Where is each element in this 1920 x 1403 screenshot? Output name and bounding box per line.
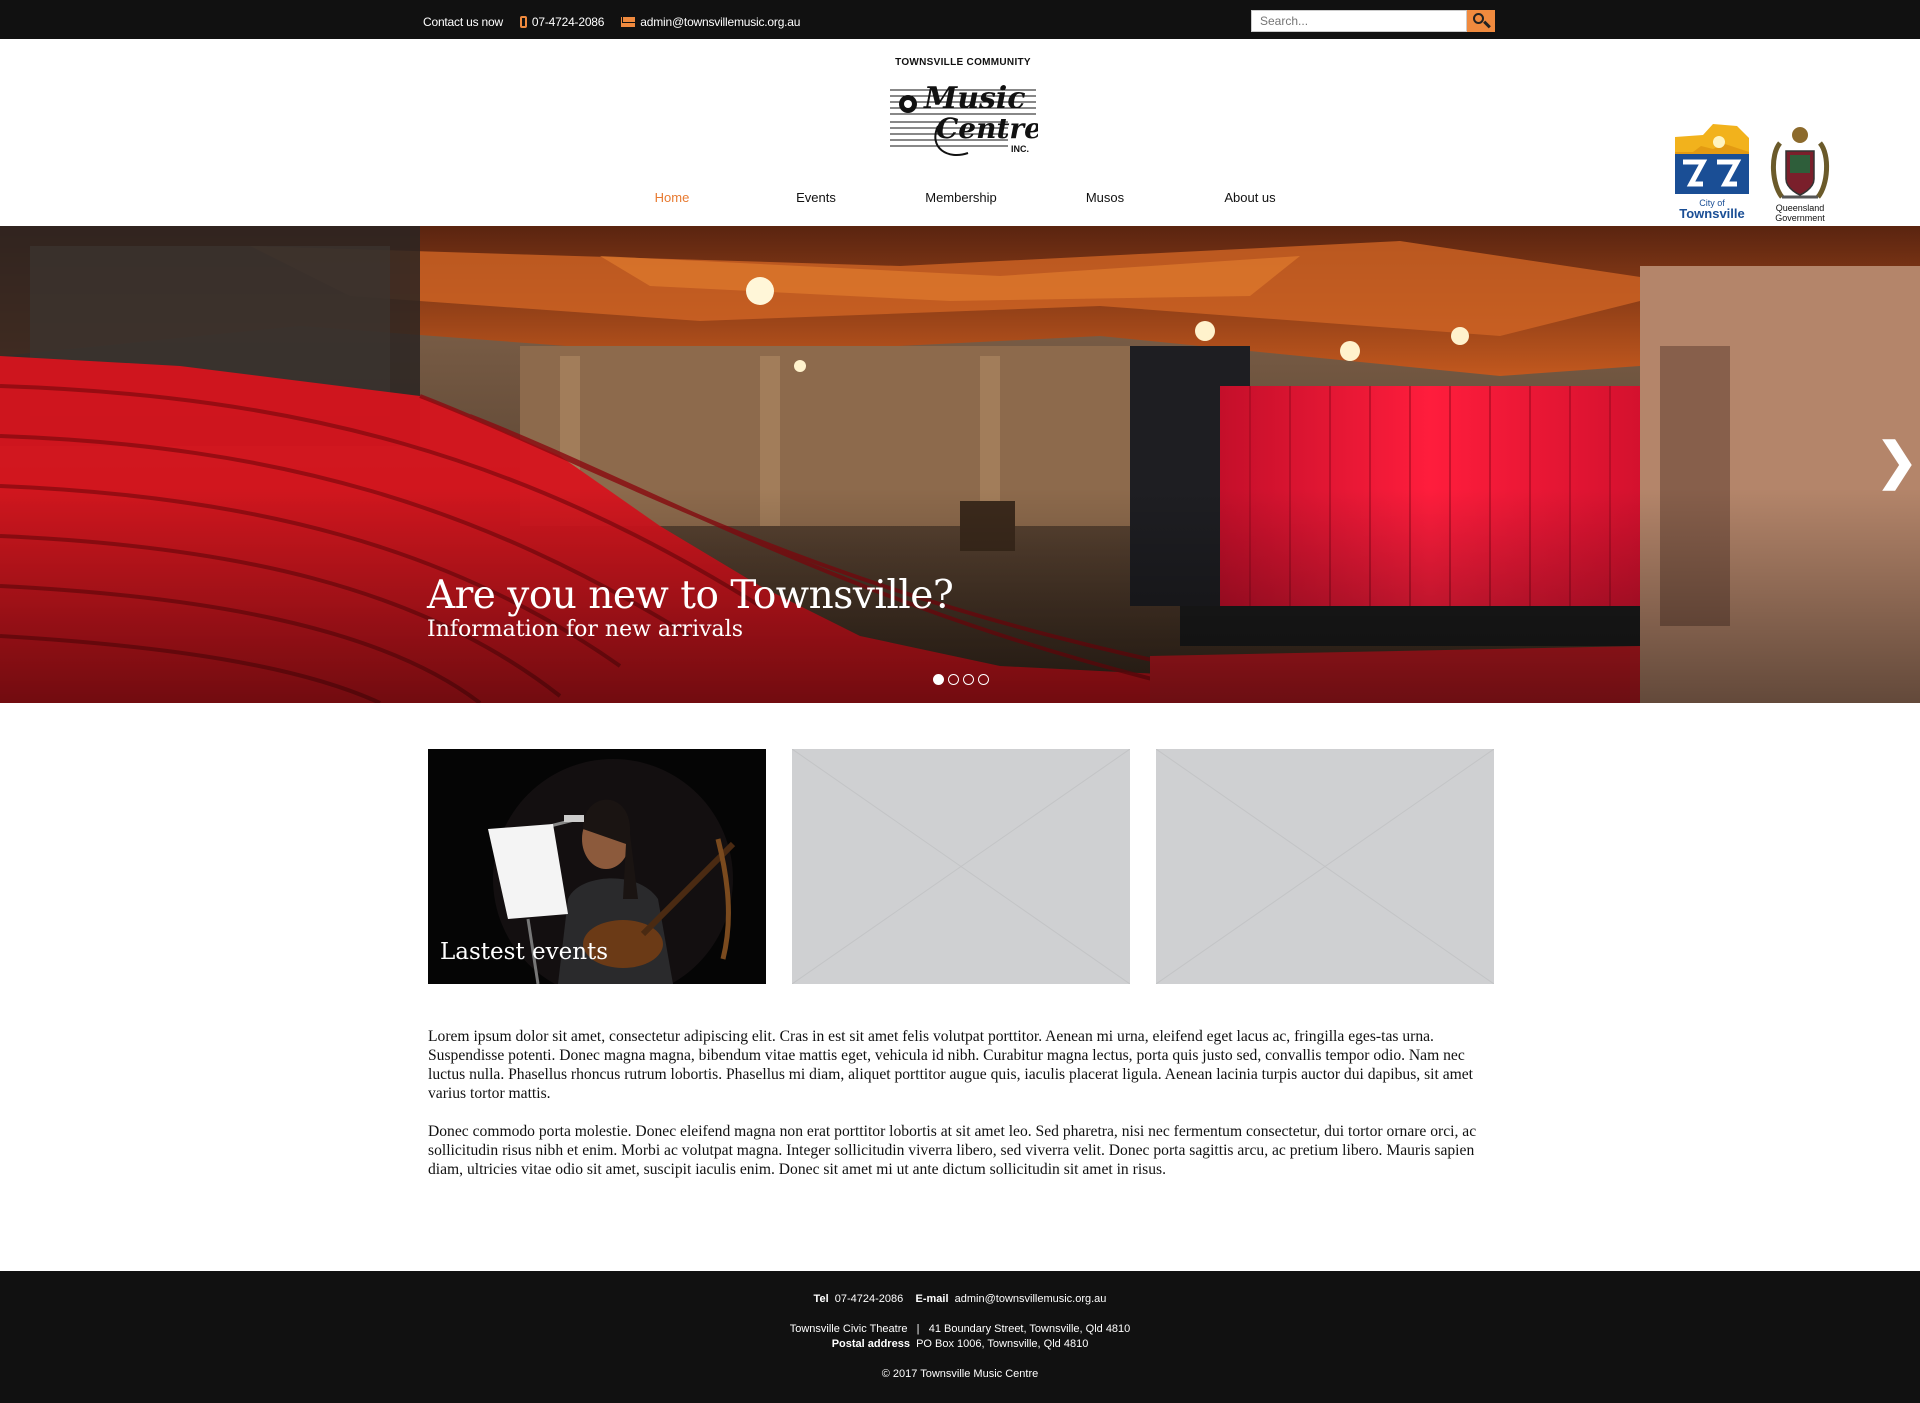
footer-contact-row: Tel 07-4724-2086 E-mail admin@townsville…	[0, 1293, 1920, 1305]
hero-title: Are you new to Townsville?	[427, 573, 954, 618]
top-bar: Contact us now 07-4724-2086 admin@townsv…	[0, 0, 1920, 39]
email-address: admin@townsvillemusic.org.au	[640, 15, 801, 29]
footer-postal-row: Postal address PO Box 1006, Townsville, …	[0, 1338, 1920, 1350]
email-link[interactable]: admin@townsvillemusic.org.au	[621, 15, 800, 29]
slider-next-icon[interactable]: ❯	[1876, 436, 1918, 486]
footer-address: 41 Boundary Street, Townsville, Qld 4810	[928, 1323, 1131, 1335]
slider-dot-1[interactable]	[933, 674, 944, 685]
queensland-government-logo[interactable]: Queensland Government	[1760, 125, 1840, 225]
phone-link[interactable]: 07-4724-2086	[519, 15, 605, 29]
footer-tel-label: Tel	[813, 1293, 829, 1305]
footer-tel[interactable]: 07-4724-2086	[835, 1293, 904, 1305]
nav-about-us[interactable]: About us	[1180, 190, 1320, 205]
slider-dots	[933, 674, 993, 685]
intro-text: Lorem ipsum dolor sit amet, consectetur …	[428, 1027, 1494, 1198]
phone-icon	[519, 16, 527, 28]
footer-postal: PO Box 1006, Townsville, Qld 4810	[916, 1338, 1089, 1350]
logo-word-centre: Centre	[936, 112, 1038, 145]
image-placeholder-icon	[792, 749, 1130, 984]
footer-copyright: © 2017 Townsville Music Centre	[881, 1368, 1039, 1380]
slider-dot-2[interactable]	[948, 674, 959, 685]
nav-membership[interactable]: Membership	[891, 190, 1031, 205]
image-placeholder-icon	[1156, 749, 1494, 984]
logo-word-music: Music	[923, 81, 1026, 116]
contact-label: Contact us now	[423, 15, 503, 29]
hero-slider: Are you new to Townsville? Information f…	[0, 226, 1920, 703]
site-logo[interactable]: TOWNSVILLE COMMUNITY Music Centre INC.	[888, 57, 1038, 165]
logo-suffix: INC.	[1011, 144, 1029, 154]
footer-venue: Townsville Civic Theatre	[789, 1323, 908, 1335]
nav-home[interactable]: Home	[602, 190, 742, 205]
nav-musos[interactable]: Musos	[1035, 190, 1175, 205]
slider-dot-3[interactable]	[963, 674, 974, 685]
card-placeholder-2[interactable]	[792, 749, 1130, 984]
logo-graphic: Music Centre INC.	[890, 81, 1038, 156]
slider-dot-4[interactable]	[978, 674, 989, 685]
paragraph-1: Lorem ipsum dolor sit amet, consectetur …	[428, 1028, 1474, 1102]
gov-logo-line2: Government	[1775, 213, 1825, 223]
card-placeholder-3[interactable]	[1156, 749, 1494, 984]
site-footer: Tel 07-4724-2086 E-mail admin@townsville…	[0, 1271, 1920, 1403]
city-logo-line2: Townsville	[1679, 206, 1745, 221]
hero-subtitle: Information for new arrivals	[427, 617, 743, 642]
footer-address-row: Townsville Civic Theatre | 41 Boundary S…	[0, 1323, 1920, 1335]
main-nav: Home Events Membership Musos About us	[600, 190, 1276, 210]
card-caption: Lastest events	[440, 939, 609, 965]
phone-number: 07-4724-2086	[531, 15, 605, 29]
hero-theatre-image	[0, 226, 1920, 703]
footer-separator: |	[916, 1323, 920, 1335]
contact-strip: Contact us now 07-4724-2086 admin@townsv…	[423, 15, 817, 29]
footer-postal-label: Postal address	[831, 1338, 910, 1350]
search-input[interactable]	[1251, 10, 1467, 32]
paragraph-2: Donec commodo porta molestie. Donec elei…	[428, 1123, 1477, 1178]
city-of-townsville-logo[interactable]: City of Townsville	[1673, 122, 1751, 222]
search-button[interactable]	[1467, 10, 1495, 32]
gov-logo-line1: Queensland	[1776, 203, 1825, 213]
nav-events[interactable]: Events	[746, 190, 886, 205]
mail-icon	[621, 17, 636, 27]
footer-email-label: E-mail	[915, 1293, 949, 1305]
footer-email[interactable]: admin@townsvillemusic.org.au	[955, 1293, 1107, 1305]
card-latest-events[interactable]: Lastest events	[428, 749, 766, 984]
logo-line1: TOWNSVILLE COMMUNITY	[895, 57, 1031, 68]
